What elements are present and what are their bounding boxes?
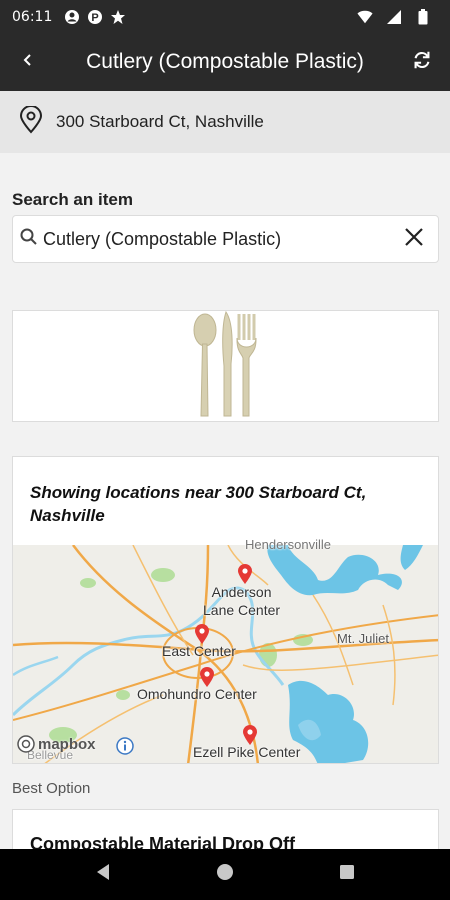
- option-card[interactable]: Compostable Material Drop Off: [12, 809, 439, 849]
- map-pin-ezell-pike-center[interactable]: [242, 724, 258, 746]
- map-label-hendersonville: Hendersonville: [245, 537, 331, 552]
- page-title: Cutlery (Compostable Plastic): [86, 50, 364, 73]
- map-label-omohundro-center: Omohundro Center: [137, 686, 257, 702]
- account-icon: [64, 9, 80, 25]
- search-icon: [19, 227, 39, 252]
- star-icon: [110, 9, 126, 25]
- option-title: Compostable Material Drop Off: [30, 834, 296, 849]
- map-label-east-center: East Center: [162, 643, 236, 659]
- map-pin-omohundro-center[interactable]: [199, 666, 215, 688]
- back-arrow-icon: [21, 52, 35, 73]
- wifi-icon: [357, 9, 373, 25]
- parking-icon: P: [87, 9, 103, 25]
- mapbox-wordmark: mapbox: [38, 735, 96, 753]
- refresh-icon: [411, 49, 433, 76]
- clear-search-button[interactable]: [390, 215, 438, 263]
- nav-back-icon: [95, 863, 111, 886]
- map-view[interactable]: Hendersonville Anderson Lane Center Mt. …: [13, 537, 438, 763]
- signal-icon: [386, 9, 402, 25]
- map-info-icon[interactable]: [116, 737, 134, 760]
- search-box[interactable]: [12, 215, 439, 263]
- battery-icon: [415, 8, 431, 25]
- best-option-label: Best Option: [12, 780, 91, 797]
- nav-recents-button[interactable]: [327, 855, 367, 895]
- cutlery-image: [191, 310, 261, 423]
- search-label: Search an item: [12, 190, 133, 209]
- map-heading: Showing locations near 300 Starboard Ct,…: [30, 483, 367, 525]
- search-input[interactable]: [43, 228, 390, 250]
- nav-home-icon: [215, 862, 235, 887]
- map-label-mt-juliet: Mt. Juliet: [337, 631, 390, 646]
- svg-text:P: P: [92, 12, 99, 24]
- map-label-anderson: Anderson Lane Center: [203, 584, 281, 618]
- system-nav-bar: [0, 849, 450, 900]
- map-card: Showing locations near 300 Starboard Ct,…: [12, 456, 439, 764]
- app-bar: Cutlery (Compostable Plastic): [0, 33, 450, 91]
- map-pin-east-center[interactable]: [194, 623, 210, 645]
- status-bar: 06:11 P: [0, 0, 450, 33]
- location-address: 300 Starboard Ct, Nashville: [56, 112, 264, 131]
- item-image-card: [12, 310, 439, 422]
- location-bar[interactable]: 300 Starboard Ct, Nashville: [0, 91, 450, 153]
- back-button[interactable]: [0, 33, 56, 91]
- nav-recents-icon: [339, 864, 355, 885]
- content-area[interactable]: Search an item Showing locat: [0, 153, 450, 849]
- nav-back-button[interactable]: [83, 855, 123, 895]
- refresh-button[interactable]: [394, 33, 450, 91]
- status-time: 06:11: [12, 8, 53, 25]
- mapbox-logo: mapbox: [17, 735, 96, 753]
- map-pin-anderson[interactable]: [237, 563, 253, 585]
- nav-home-button[interactable]: [205, 855, 245, 895]
- map-label-ezell-pike-center: Ezell Pike Center: [193, 744, 301, 760]
- close-icon: [404, 227, 424, 252]
- location-pin-icon: [18, 104, 44, 139]
